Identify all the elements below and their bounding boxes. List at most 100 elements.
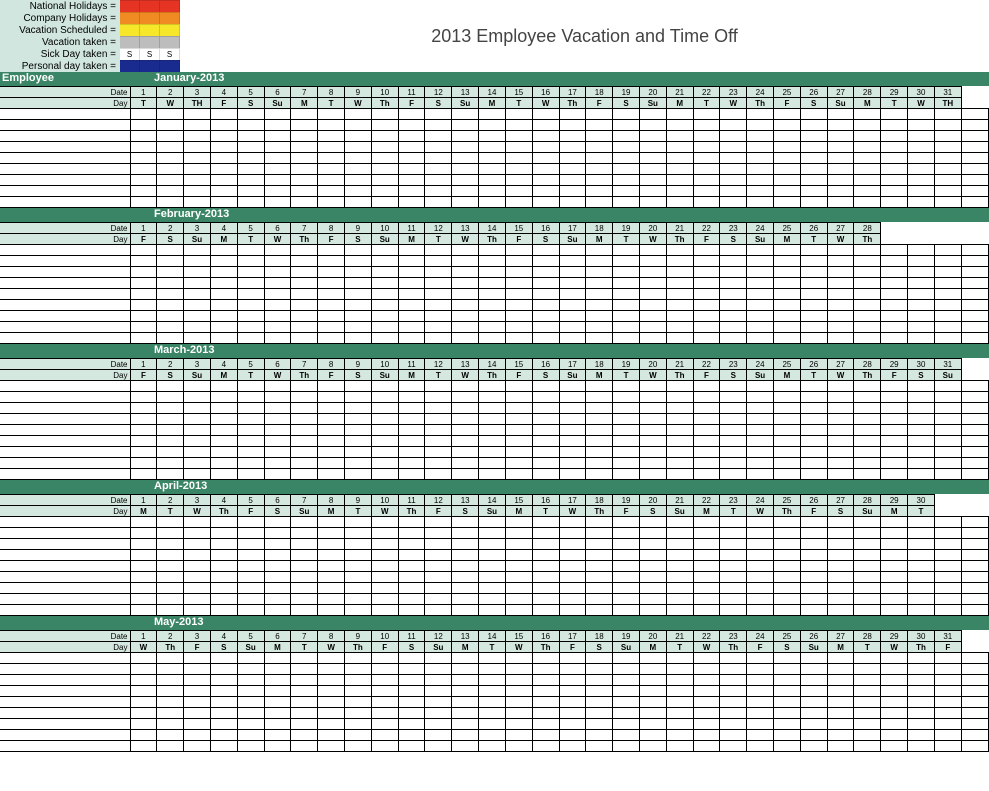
grid-cell[interactable]	[854, 175, 881, 186]
grid-cell[interactable]	[881, 436, 908, 447]
grid-cell[interactable]	[157, 550, 184, 561]
grid-cell[interactable]	[639, 664, 666, 675]
grid-cell[interactable]	[774, 109, 801, 120]
grid-cell[interactable]	[854, 719, 881, 730]
date-cell[interactable]: 10	[371, 359, 398, 370]
grid-cell[interactable]	[720, 550, 747, 561]
grid-cell[interactable]	[505, 267, 532, 278]
grid-cell[interactable]	[210, 741, 237, 752]
grid-cell[interactable]	[425, 322, 452, 333]
grid-cell[interactable]	[398, 517, 425, 528]
date-cell[interactable]: 5	[237, 495, 264, 506]
grid-cell[interactable]	[639, 741, 666, 752]
day-cell[interactable]: Th	[854, 234, 881, 245]
date-cell[interactable]: 30	[908, 631, 935, 642]
grid-cell[interactable]	[425, 131, 452, 142]
grid-cell[interactable]	[639, 333, 666, 344]
grid-cell[interactable]	[452, 381, 479, 392]
grid-cell[interactable]	[398, 675, 425, 686]
grid-cell[interactable]	[774, 572, 801, 583]
date-cell[interactable]: 10	[371, 495, 398, 506]
grid-cell[interactable]	[774, 256, 801, 267]
day-cell[interactable]: TH	[934, 98, 961, 109]
grid-cell[interactable]	[854, 572, 881, 583]
grid-cell[interactable]	[505, 730, 532, 741]
grid-cell[interactable]	[934, 594, 961, 605]
day-cell[interactable]: M	[264, 642, 291, 653]
grid-cell[interactable]	[747, 256, 774, 267]
grid-cell[interactable]	[452, 186, 479, 197]
grid-cell[interactable]	[210, 708, 237, 719]
grid-cell[interactable]	[720, 561, 747, 572]
grid-cell[interactable]	[318, 572, 345, 583]
grid-cell[interactable]	[345, 664, 372, 675]
grid-cell[interactable]	[291, 392, 318, 403]
date-cell[interactable]: 22	[693, 631, 720, 642]
grid-cell[interactable]	[639, 414, 666, 425]
grid-cell[interactable]	[693, 561, 720, 572]
grid-cell[interactable]	[559, 381, 586, 392]
grid-cell[interactable]	[961, 605, 988, 616]
grid-cell[interactable]	[318, 278, 345, 289]
grid-cell[interactable]	[479, 164, 506, 175]
grid-cell[interactable]	[854, 458, 881, 469]
day-cell[interactable]: S	[800, 98, 827, 109]
grid-cell[interactable]	[881, 561, 908, 572]
grid-cell[interactable]	[505, 447, 532, 458]
grid-cell[interactable]	[934, 686, 961, 697]
day-cell[interactable]: W	[505, 642, 532, 653]
date-cell[interactable]: 12	[425, 87, 452, 98]
grid-cell[interactable]	[827, 109, 854, 120]
grid-cell[interactable]	[827, 267, 854, 278]
grid-cell[interactable]	[827, 605, 854, 616]
grid-cell[interactable]	[881, 425, 908, 436]
grid-cell[interactable]	[157, 403, 184, 414]
grid-cell[interactable]	[452, 414, 479, 425]
day-cell[interactable]: Su	[291, 506, 318, 517]
grid-cell[interactable]	[881, 539, 908, 550]
day-cell[interactable]: F	[586, 98, 613, 109]
grid-cell[interactable]	[613, 686, 640, 697]
grid-cell[interactable]	[854, 550, 881, 561]
grid-cell[interactable]	[264, 561, 291, 572]
grid-cell[interactable]	[934, 109, 961, 120]
day-cell[interactable]: Su	[184, 234, 211, 245]
grid-cell[interactable]	[908, 289, 935, 300]
grid-cell[interactable]	[908, 741, 935, 752]
grid-cell[interactable]	[613, 186, 640, 197]
employee-cell[interactable]	[0, 289, 130, 300]
grid-cell[interactable]	[908, 605, 935, 616]
grid-cell[interactable]	[720, 469, 747, 480]
date-cell[interactable]: 26	[800, 223, 827, 234]
grid-cell[interactable]	[666, 561, 693, 572]
date-cell[interactable]: 20	[639, 495, 666, 506]
grid-cell[interactable]	[881, 730, 908, 741]
grid-cell[interactable]	[586, 267, 613, 278]
grid-cell[interactable]	[237, 708, 264, 719]
grid-cell[interactable]	[854, 414, 881, 425]
grid-cell[interactable]	[210, 561, 237, 572]
grid-cell[interactable]	[934, 414, 961, 425]
grid-cell[interactable]	[639, 686, 666, 697]
grid-cell[interactable]	[639, 278, 666, 289]
grid-cell[interactable]	[934, 131, 961, 142]
grid-cell[interactable]	[586, 278, 613, 289]
grid-cell[interactable]	[505, 539, 532, 550]
grid-cell[interactable]	[961, 175, 988, 186]
grid-cell[interactable]	[613, 653, 640, 664]
day-cell[interactable]: Su	[425, 642, 452, 653]
grid-cell[interactable]	[854, 381, 881, 392]
grid-cell[interactable]	[613, 175, 640, 186]
grid-cell[interactable]	[800, 664, 827, 675]
grid-cell[interactable]	[345, 697, 372, 708]
grid-cell[interactable]	[398, 583, 425, 594]
grid-cell[interactable]	[318, 267, 345, 278]
grid-cell[interactable]	[479, 730, 506, 741]
grid-cell[interactable]	[264, 572, 291, 583]
grid-cell[interactable]	[908, 572, 935, 583]
grid-cell[interactable]	[747, 741, 774, 752]
date-cell[interactable]: 18	[586, 359, 613, 370]
grid-cell[interactable]	[505, 561, 532, 572]
grid-cell[interactable]	[318, 605, 345, 616]
grid-cell[interactable]	[586, 741, 613, 752]
